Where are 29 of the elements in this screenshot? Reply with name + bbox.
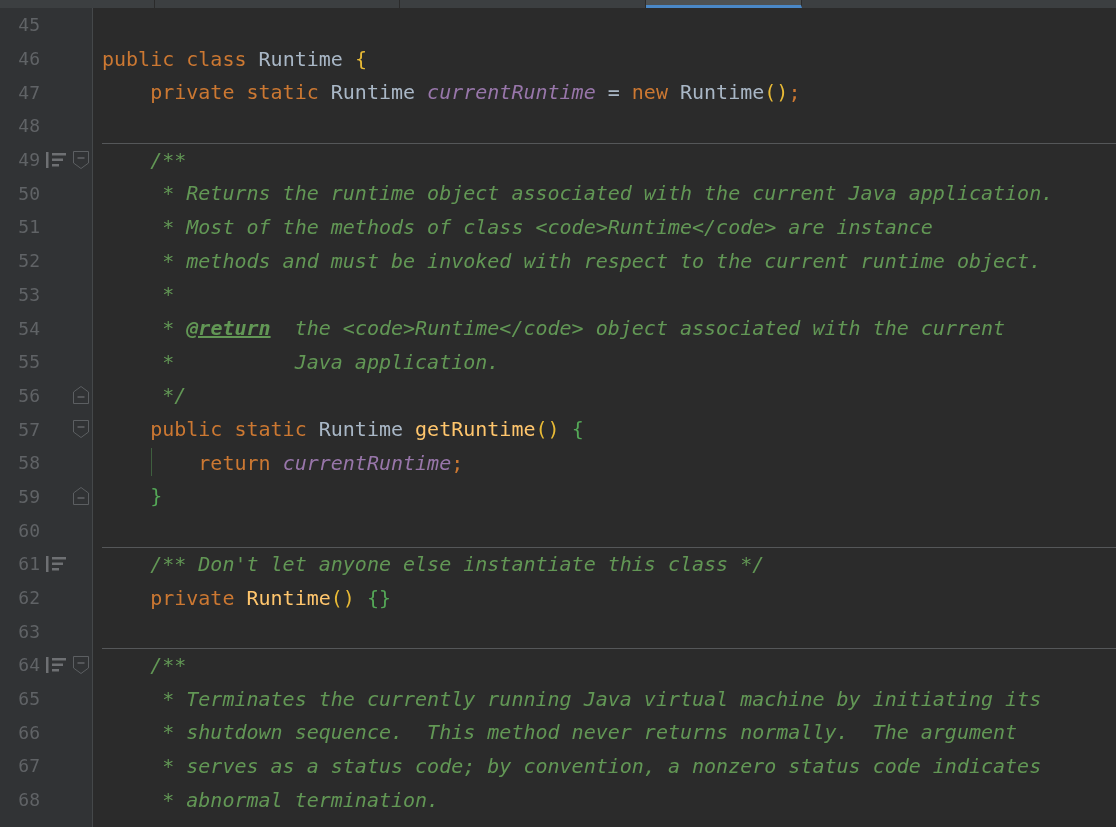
code-line: * Returns the runtime object associated with the current Java application.	[161, 183, 1054, 204]
rendered-doc-icon[interactable]	[46, 555, 66, 572]
code-line: * abnormal termination.	[161, 789, 440, 810]
rendered-doc-icon[interactable]	[46, 151, 66, 168]
code-line: * @return the <code>Runtime</code> object associated with the current	[161, 318, 1006, 339]
code-line: * Terminates the currently running Java virtual machine by initiating its	[161, 688, 1042, 709]
code-line: * methods and must be invoked with respect to the current runtime object.	[161, 250, 1042, 271]
code-line: return currentRuntime;	[197, 452, 464, 473]
fold-marker-icon[interactable]	[73, 487, 89, 506]
code-line: *	[161, 284, 175, 305]
code-line: private Runtime() {}	[149, 587, 391, 608]
fold-marker-icon[interactable]	[73, 420, 89, 439]
code-line: /**	[149, 149, 187, 170]
code-line: /**	[149, 654, 187, 675]
editor-tab[interactable]	[646, 0, 802, 8]
fold-marker-icon[interactable]	[73, 655, 89, 674]
code-line: * Java application.	[161, 351, 500, 372]
code-line: * serves as a status code; by convention, a nonzero status code indicates	[161, 755, 1042, 776]
rendered-doc-icon[interactable]	[46, 656, 66, 673]
code-line: private static Runtime currentRuntime = new Runtime();	[149, 82, 801, 103]
code-line: * shutdown sequence. This method never returns normally. The argument	[161, 722, 1018, 743]
code-line: */	[161, 385, 187, 406]
code-line: * Most of the methods of class <code>Runtime</code> are instance	[161, 216, 933, 237]
code-line: }	[149, 486, 163, 507]
code-line: public static Runtime getRuntime() {	[149, 419, 584, 440]
fold-marker-icon[interactable]	[73, 150, 89, 169]
code-line: public class Runtime {	[102, 48, 367, 69]
code-line: /** Don't let anyone else instantiate this class */	[149, 553, 765, 574]
fold-marker-icon[interactable]	[73, 386, 89, 405]
